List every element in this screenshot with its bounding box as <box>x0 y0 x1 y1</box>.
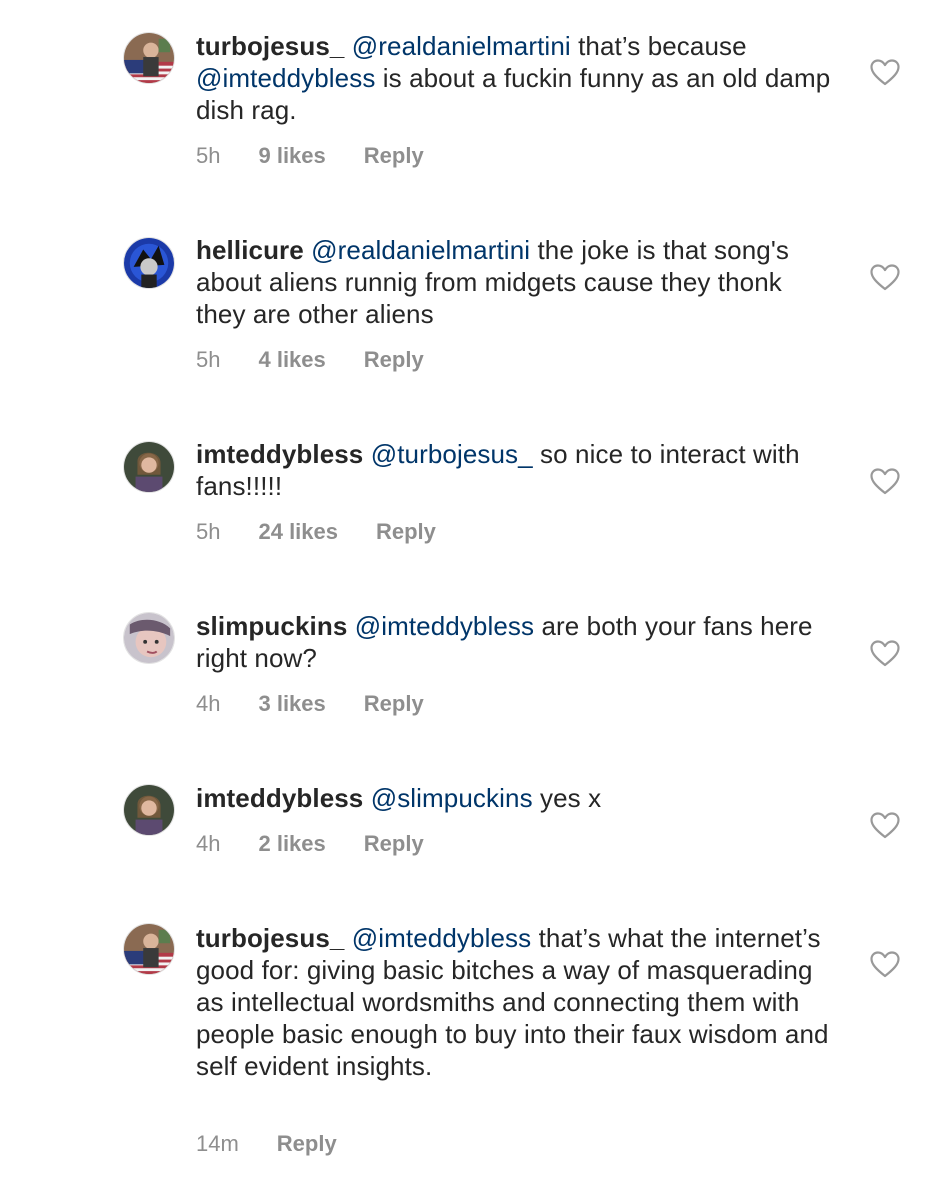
reply-button[interactable]: Reply <box>277 1131 337 1157</box>
comment-text: imteddybless @turbojesus_ so nice to int… <box>196 438 836 502</box>
comment-meta: 4h 3 likes Reply <box>196 691 424 717</box>
reply-button[interactable]: Reply <box>364 831 424 857</box>
profile-avatar-photo-icon <box>124 785 174 835</box>
reply-button[interactable]: Reply <box>376 519 436 545</box>
comment-mention[interactable]: @realdanielmartini <box>311 235 530 265</box>
avatar[interactable] <box>123 923 175 975</box>
comment-username[interactable]: imteddybless <box>196 439 363 469</box>
comment-likes[interactable]: 9 likes <box>258 143 325 169</box>
reply-button[interactable]: Reply <box>364 691 424 717</box>
comment-mention[interactable]: @imteddybless <box>196 63 375 93</box>
profile-avatar-blue-icon <box>124 238 174 288</box>
comment-meta: 14m Reply <box>196 1131 337 1157</box>
comment-time: 5h <box>196 143 221 168</box>
reply-button[interactable]: Reply <box>364 347 424 373</box>
avatar[interactable] <box>123 237 175 289</box>
avatar[interactable] <box>123 441 175 493</box>
comment-likes[interactable]: 4 likes <box>258 347 325 373</box>
profile-avatar-photo-icon <box>124 442 174 492</box>
reply-button[interactable]: Reply <box>364 143 424 169</box>
comment-mention[interactable]: @imteddybless <box>352 923 531 953</box>
like-heart-icon[interactable] <box>870 468 900 495</box>
avatar[interactable] <box>123 32 175 84</box>
comment-time: 14m <box>196 1131 239 1156</box>
comment-meta: 5h 4 likes Reply <box>196 347 424 373</box>
profile-avatar-flag-icon <box>124 33 174 83</box>
comment-meta: 5h 24 likes Reply <box>196 519 436 545</box>
comment-text: turbojesus_ @imteddybless that’s what th… <box>196 922 836 1082</box>
comment-text: hellicure @realdanielmartini the joke is… <box>196 234 836 330</box>
comment-username[interactable]: turbojesus_ <box>196 31 344 61</box>
comment-time: 4h <box>196 691 221 716</box>
comment-likes[interactable]: 24 likes <box>258 519 338 545</box>
comment-body: that’s because <box>578 31 747 61</box>
comment-mention[interactable]: @turbojesus_ <box>371 439 533 469</box>
like-heart-icon[interactable] <box>870 640 900 667</box>
comment-text: imteddybless @slimpuckins yes x <box>196 782 836 814</box>
comment-time: 4h <box>196 831 221 856</box>
like-heart-icon[interactable] <box>870 264 900 291</box>
comment-meta: 4h 2 likes Reply <box>196 831 424 857</box>
avatar[interactable] <box>123 612 175 664</box>
comment-time: 5h <box>196 519 221 544</box>
comment-body: yes x <box>540 783 602 813</box>
comment-username[interactable]: hellicure <box>196 235 304 265</box>
profile-avatar-face-icon <box>124 613 174 663</box>
comment-username[interactable]: turbojesus_ <box>196 923 344 953</box>
comment-meta: 5h 9 likes Reply <box>196 143 424 169</box>
comment-mention[interactable]: @imteddybless <box>355 611 534 641</box>
like-heart-icon[interactable] <box>870 812 900 839</box>
comment-mention[interactable]: @realdanielmartini <box>352 31 571 61</box>
comment-text: turbojesus_ @realdanielmartini that’s be… <box>196 30 836 126</box>
profile-avatar-flag-icon <box>124 924 174 974</box>
avatar[interactable] <box>123 784 175 836</box>
like-heart-icon[interactable] <box>870 59 900 86</box>
comment-mention[interactable]: @slimpuckins <box>371 783 533 813</box>
comment-username[interactable]: imteddybless <box>196 783 363 813</box>
comment-text: slimpuckins @imteddybless are both your … <box>196 610 836 674</box>
like-heart-icon[interactable] <box>870 951 900 978</box>
comment-time: 5h <box>196 347 221 372</box>
comment-username[interactable]: slimpuckins <box>196 611 347 641</box>
comment-likes[interactable]: 3 likes <box>258 691 325 717</box>
comment-likes[interactable]: 2 likes <box>258 831 325 857</box>
